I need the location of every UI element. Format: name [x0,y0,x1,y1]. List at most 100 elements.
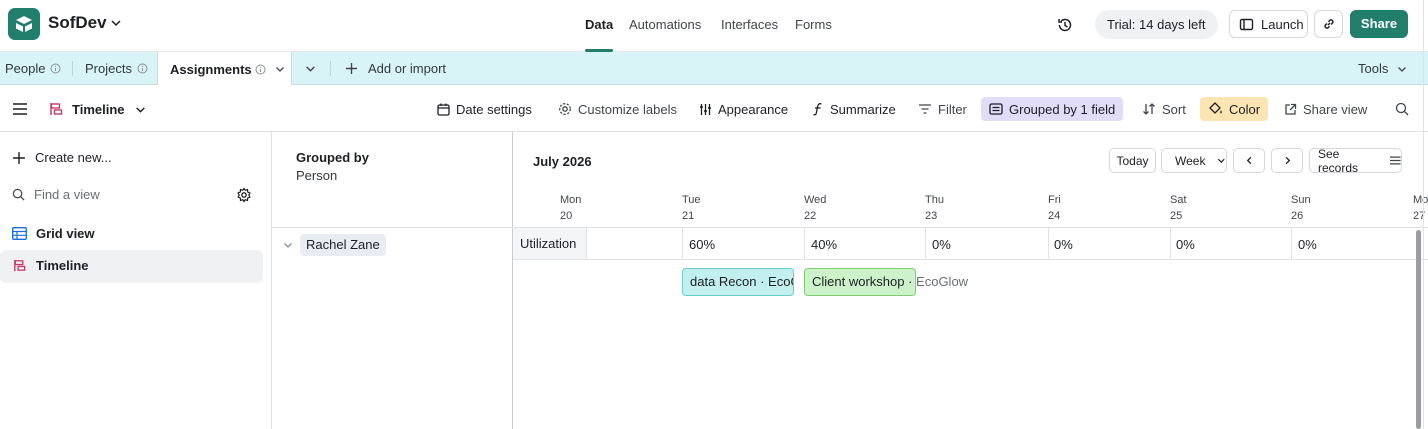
grid-line [804,228,805,260]
info-icon[interactable] [255,64,266,75]
group-button[interactable]: Grouped by 1 field [981,97,1124,121]
chevron-down-icon[interactable] [275,64,285,74]
collapse-chevron-icon[interactable] [283,240,293,250]
gear-icon [559,103,571,115]
share-view-button[interactable]: Share view [1284,97,1367,121]
customize-labels-button[interactable]: Customize labels [558,97,677,121]
day-header: Tue 21 [682,192,742,224]
views-sidebar: Create new... Find a view Grid view Time… [0,132,272,429]
top-bar: SofDev Data Automations Interfaces Forms… [0,0,1428,52]
record-bar[interactable]: Client workshop · EcoGlow [804,268,968,296]
trial-badge[interactable]: Trial: 14 days left [1095,10,1218,39]
today-button[interactable]: Today [1109,148,1156,173]
chevron-right-icon [1285,156,1290,165]
share-button[interactable]: Share [1350,10,1408,38]
month-label: July 2026 [533,154,592,169]
summarize-label: Summarize [830,101,896,117]
customize-labels-label: Customize labels [578,101,677,117]
info-icon[interactable] [50,63,61,74]
sidebar-toggle[interactable] [13,97,27,121]
app-logo-icon[interactable] [8,8,40,40]
grid-line [925,228,926,260]
grid-line [1170,228,1171,260]
search-icon [12,188,25,201]
base-name[interactable]: SofDev [48,13,107,33]
next-button[interactable] [1271,148,1303,173]
day-name: Fri [1048,194,1061,206]
range-select[interactable]: Week [1161,148,1227,173]
record-bar[interactable]: data Recon · EcoG [682,268,794,296]
table-tab-label: Assignments [170,61,252,77]
group-label: Grouped by 1 field [1009,101,1116,117]
group-panel: Grouped by Person Rachel Zane [272,132,513,429]
tools-menu[interactable]: Tools [1358,52,1407,85]
sort-label: Sort [1162,101,1186,117]
chevron-left-icon [1246,156,1251,165]
hamburger-menu-icon [13,103,27,115]
utilization-value: 0% [932,237,951,252]
date-settings-button[interactable]: Date settings [437,97,532,121]
day-number: 22 [804,210,817,222]
create-new-view-button[interactable]: Create new... [12,150,112,165]
utilization-value: 0% [1054,237,1073,252]
table-tab-label: Projects [85,61,132,76]
day-header: Mo 27 [1413,192,1428,224]
table-tab-people[interactable]: People [5,52,61,85]
see-records-button[interactable]: See records [1309,146,1402,175]
view-switcher[interactable]: Timeline [48,97,146,121]
history-icon[interactable] [1056,16,1074,34]
nav-tab-forms[interactable]: Forms [795,17,832,32]
vertical-scrollbar[interactable] [1416,230,1421,429]
table-tab-projects[interactable]: Projects [85,52,148,85]
timeline-view-icon [50,103,63,115]
previous-button[interactable] [1233,148,1265,173]
view-item-grid[interactable]: Grid view [12,226,95,241]
table-tab-label: People [5,61,46,76]
grid-view-icon [12,227,27,240]
sort-button[interactable]: Sort [1142,97,1186,121]
copy-link-button[interactable] [1314,10,1343,38]
all-tables-dropdown[interactable] [305,52,316,85]
day-number: 24 [1048,210,1061,222]
search-icon [1395,102,1409,116]
day-name: Mon [560,194,582,206]
day-header: Mon 20 [560,192,620,224]
nav-tab-automations[interactable]: Automations [629,17,701,32]
appearance-button[interactable]: Appearance [699,97,788,121]
search-button[interactable] [1395,97,1409,121]
info-icon[interactable] [137,63,148,74]
day-name: Tue [682,194,701,206]
day-number: 20 [560,210,573,222]
add-or-import-button[interactable]: Add or import [345,52,446,85]
find-view-search[interactable]: Find a view [12,187,260,203]
chevron-down-icon [135,106,145,113]
sliders-icon [700,103,711,115]
day-name: Sat [1170,194,1187,206]
grouped-by-field: Person [296,168,338,183]
launch-button[interactable]: Launch [1229,10,1308,38]
plus-icon [346,63,357,74]
gear-icon[interactable] [236,187,252,203]
divider [513,259,1428,260]
view-item-label: Grid view [36,226,95,241]
range-label: Week [1175,153,1206,168]
view-item-timeline[interactable]: Timeline [12,258,89,273]
color-button[interactable]: Color [1200,97,1269,121]
summarize-button[interactable]: Summarize [812,97,896,121]
filter-button[interactable]: Filter [918,97,967,121]
appearance-label: Appearance [718,101,789,117]
see-records-label: See records [1318,146,1359,175]
tab-divider [330,61,331,76]
link-icon [1323,19,1334,29]
table-tab-assignments[interactable]: Assignments [157,52,292,86]
day-number: 21 [682,210,695,222]
group-person-chip[interactable]: Rachel Zane [300,234,386,256]
nav-tab-data[interactable]: Data [585,17,613,32]
day-header: Thu 23 [925,192,985,224]
grid-line [1291,228,1292,260]
chevron-down-icon[interactable] [110,17,122,29]
find-view-input[interactable]: Find a view [34,187,100,202]
nav-tab-interfaces[interactable]: Interfaces [721,17,778,32]
day-number: 26 [1291,210,1304,222]
table-tab-bar: People Projects Assignments Add or impor… [0,52,1428,86]
